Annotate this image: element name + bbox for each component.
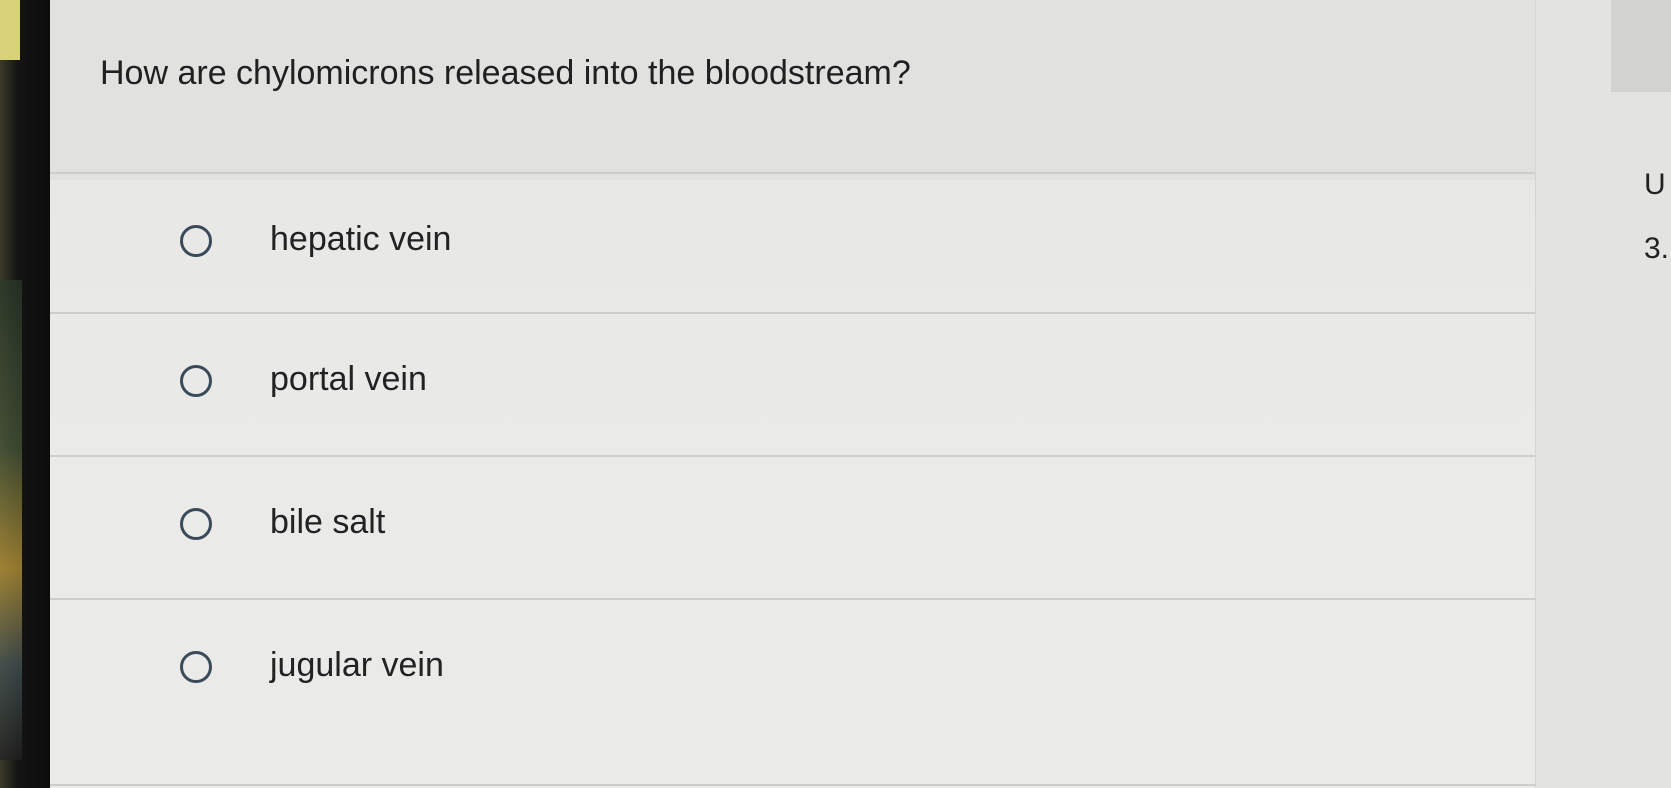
radio-button-icon[interactable] [180,365,212,397]
side-panel-letter: U [1644,168,1666,201]
monitor-bezel [0,0,50,788]
bezel-accent [0,0,20,60]
question-area: How are chylomicrons released into the b… [50,0,1535,180]
radio-button-icon[interactable] [180,225,212,257]
answer-option-hepatic-vein[interactable]: hepatic vein [50,172,1535,322]
side-panel-number: 3. [1644,232,1670,265]
option-label: hepatic vein [270,220,452,258]
radio-button-icon[interactable] [180,508,212,540]
answer-option-jugular-vein[interactable]: jugular vein [50,598,1535,748]
answer-option-portal-vein[interactable]: portal vein [50,312,1535,462]
bezel-reflection [0,280,22,760]
side-panel: U 3. [1535,0,1671,788]
option-label: jugular vein [270,646,444,684]
quiz-panel: How are chylomicrons released into the b… [50,0,1535,788]
answer-option-bile-salt[interactable]: bile salt [50,455,1535,605]
question-text: How are chylomicrons released into the b… [100,54,911,92]
side-panel-header-box [1611,0,1671,92]
divider [50,784,1535,786]
option-label: bile salt [270,503,386,541]
option-label: portal vein [270,360,427,398]
radio-button-icon[interactable] [180,651,212,683]
